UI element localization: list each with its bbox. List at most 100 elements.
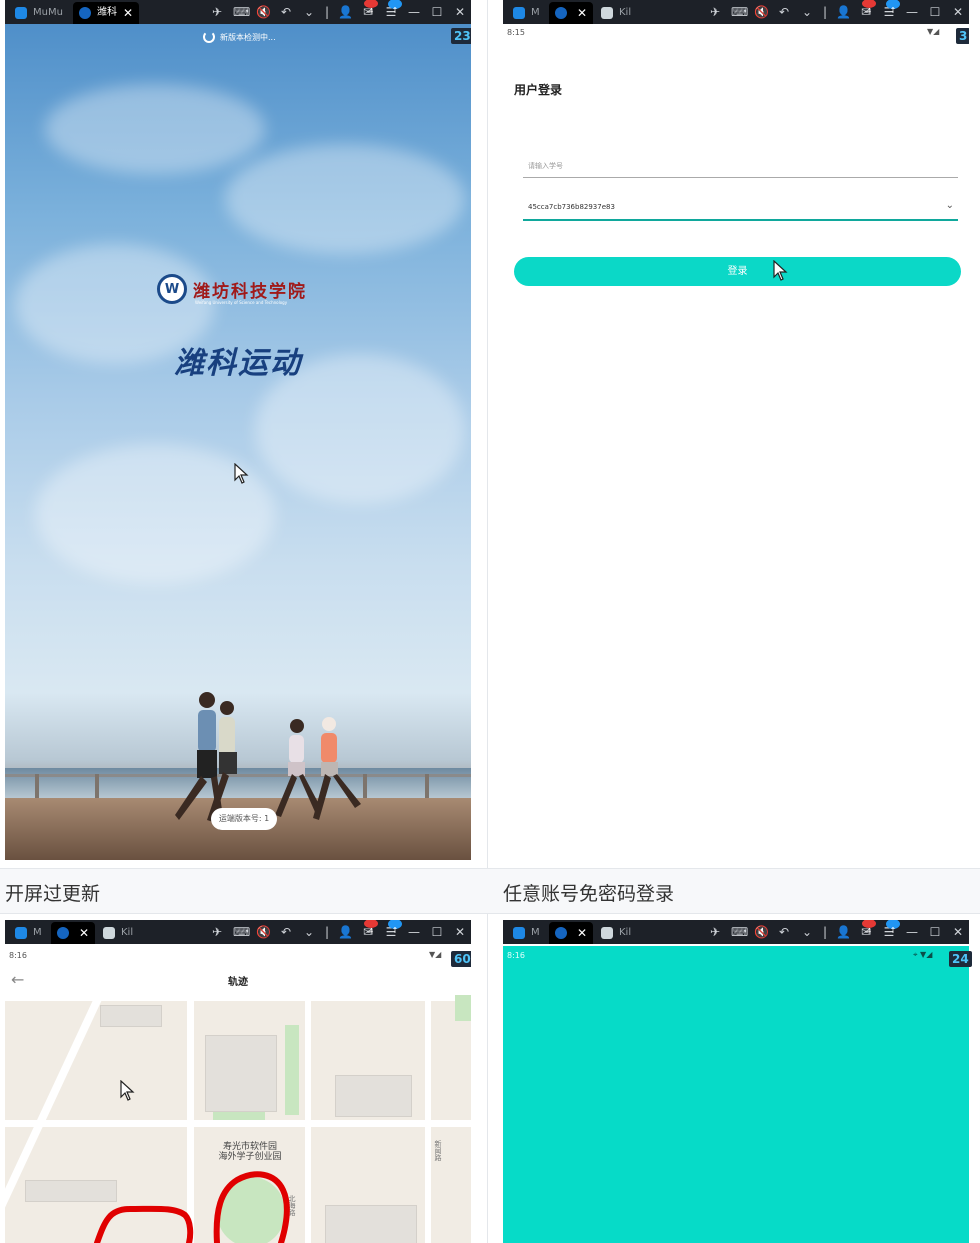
cloud xyxy=(225,144,465,254)
update-badge: ↑ xyxy=(388,920,402,935)
spinner-icon xyxy=(203,31,215,43)
mute-icon[interactable]: 🔇 xyxy=(754,920,769,944)
keyboard-icon[interactable]: ⌨ xyxy=(731,0,748,24)
app-icon xyxy=(555,927,567,939)
tab-other[interactable]: Kil xyxy=(595,2,643,24)
tab-label: 潍科 xyxy=(97,7,117,18)
tab-mumu[interactable]: M xyxy=(9,922,49,944)
mute-icon[interactable]: 🔇 xyxy=(754,0,769,24)
mute-icon[interactable]: 🔇 xyxy=(256,920,271,944)
tab-label: MuMu xyxy=(33,7,63,18)
version-pill: 运端版本号: 1 xyxy=(211,808,277,830)
separator: | xyxy=(823,925,828,939)
close-icon[interactable]: ✕ xyxy=(951,920,965,944)
chevron-down-icon[interactable]: ⌄ xyxy=(302,920,316,944)
chevron-down-icon[interactable]: ⌄ xyxy=(946,200,954,211)
close-tab-icon[interactable]: ✕ xyxy=(79,922,89,944)
keyboard-icon[interactable]: ⌨ xyxy=(233,0,250,24)
maximize-icon[interactable]: ☐ xyxy=(928,920,942,944)
tab-mumu[interactable]: MuMu xyxy=(9,2,71,24)
separator: | xyxy=(325,5,330,19)
tab-app[interactable]: ✕ xyxy=(51,922,95,944)
menu-icon[interactable]: ☰ ↑ xyxy=(882,0,900,24)
password-input[interactable]: 45cca7cb736b82937e83 ⌄ xyxy=(523,197,958,221)
map-view[interactable]: 寿光市软件园 海外学子创业园 北海路 新闻路 xyxy=(5,995,471,1243)
mail-icon[interactable]: ✉ 4 xyxy=(361,920,378,944)
mail-icon[interactable]: ✉ 4 xyxy=(859,920,876,944)
cloud xyxy=(45,84,265,174)
checking-text: 新版本检测中... xyxy=(220,32,276,42)
account-icon[interactable]: 👤 xyxy=(338,920,353,944)
tab-other[interactable]: Kil xyxy=(595,922,643,944)
minimize-icon[interactable]: — xyxy=(407,920,421,944)
password-value: 45cca7cb736b82937e83 xyxy=(528,203,615,211)
app-thumb-icon xyxy=(601,927,613,939)
back-icon[interactable]: ↶ xyxy=(279,920,293,944)
emulator-titlebar: MuMu 潍科 ✕ ✈ ⌨ 🔇 ↶ ⌄ | 👤 ✉ 4 ☰ ↑ — ☐ ✕ xyxy=(5,0,471,24)
chevron-down-icon[interactable]: ⌄ xyxy=(800,0,814,24)
keyboard-icon[interactable]: ⌨ xyxy=(731,920,748,944)
mail-badge: 4 xyxy=(862,920,876,935)
app-thumb-icon xyxy=(601,7,613,19)
titlebar-tools: ✈ ⌨ 🔇 ↶ ⌄ | 👤 ✉ 4 ☰ ↑ — ☐ ✕ xyxy=(708,920,965,944)
close-icon[interactable]: ✕ xyxy=(453,920,467,944)
mumu-icon xyxy=(513,7,525,19)
back-icon[interactable]: ↶ xyxy=(777,920,791,944)
mail-icon[interactable]: ✉ 4 xyxy=(361,0,378,24)
pin-icon[interactable]: ✈ xyxy=(210,0,224,24)
pin-icon[interactable]: ✈ xyxy=(210,920,224,944)
maximize-icon[interactable]: ☐ xyxy=(430,920,444,944)
minimize-icon[interactable]: — xyxy=(407,0,421,24)
menu-icon[interactable]: ☰ ↑ xyxy=(882,920,900,944)
panel-splash: MuMu 潍科 ✕ ✈ ⌨ 🔇 ↶ ⌄ | 👤 ✉ 4 ☰ ↑ — ☐ ✕ 新版… xyxy=(5,0,471,860)
pin-icon[interactable]: ✈ xyxy=(708,0,722,24)
student-id-input[interactable]: 请输入学号 xyxy=(523,155,958,178)
chevron-down-icon[interactable]: ⌄ xyxy=(302,0,316,24)
panel-loading: M ✕ Kil ✈ ⌨ 🔇 ↶ ⌄ | 👤 ✉ 4 ☰ ↑ — ☐ ✕ xyxy=(503,920,969,946)
close-tab-icon[interactable]: ✕ xyxy=(123,2,133,24)
menu-icon[interactable]: ☰ ↑ xyxy=(384,920,402,944)
caption-left: 开屏过更新 xyxy=(5,883,101,905)
tab-mumu[interactable]: M xyxy=(507,2,547,24)
tab-app[interactable]: ✕ xyxy=(549,2,593,24)
keyboard-icon[interactable]: ⌨ xyxy=(233,920,250,944)
mute-icon[interactable]: 🔇 xyxy=(256,0,271,24)
tab-app[interactable]: 潍科 ✕ xyxy=(73,2,139,24)
app-icon xyxy=(57,927,69,939)
close-icon[interactable]: ✕ xyxy=(951,0,965,24)
close-tab-icon[interactable]: ✕ xyxy=(577,2,587,24)
app-thumb-icon xyxy=(103,927,115,939)
tab-mumu[interactable]: M xyxy=(507,922,547,944)
mail-icon[interactable]: ✉ 4 xyxy=(859,0,876,24)
update-badge: ↑ xyxy=(886,0,900,15)
tab-other[interactable]: Kil xyxy=(97,922,145,944)
teal-loading-screen: 8:16 ⌖ ▼◢ 24 xyxy=(503,946,972,1243)
chevron-down-icon[interactable]: ⌄ xyxy=(800,920,814,944)
close-icon[interactable]: ✕ xyxy=(453,0,467,24)
caption-row: 开屏过更新 任意账号免密码登录 xyxy=(0,868,980,914)
login-button[interactable]: 登录 xyxy=(514,257,961,286)
pin-icon[interactable]: ✈ xyxy=(708,920,722,944)
panel-login: M ✕ Kil ✈ ⌨ 🔇 ↶ ⌄ | 👤 ✉ 4 ☰ ↑ — ☐ ✕ 8:15 ▼… xyxy=(503,0,969,860)
close-tab-icon[interactable]: ✕ xyxy=(577,922,587,944)
account-icon[interactable]: 👤 xyxy=(338,0,353,24)
status-time: 8:16 xyxy=(507,951,525,960)
maximize-icon[interactable]: ☐ xyxy=(928,0,942,24)
track-title: 轨迹 xyxy=(228,977,248,988)
mumu-icon xyxy=(513,927,525,939)
update-badge: ↑ xyxy=(886,920,900,935)
account-icon[interactable]: 👤 xyxy=(836,920,851,944)
back-icon[interactable]: ↶ xyxy=(777,0,791,24)
tab-app[interactable]: ✕ xyxy=(549,922,593,944)
minimize-icon[interactable]: — xyxy=(905,0,919,24)
minimize-icon[interactable]: — xyxy=(905,920,919,944)
emulator-titlebar: M ✕ Kil ✈ ⌨ 🔇 ↶ ⌄ | 👤 ✉ 4 ☰ ↑ — ☐ ✕ xyxy=(5,920,471,944)
maximize-icon[interactable]: ☐ xyxy=(430,0,444,24)
titlebar-tools: ✈ ⌨ 🔇 ↶ ⌄ | 👤 ✉ 4 ☰ ↑ — ☐ ✕ xyxy=(210,0,467,24)
back-icon[interactable]: ↶ xyxy=(279,0,293,24)
account-icon[interactable]: 👤 xyxy=(836,0,851,24)
menu-icon[interactable]: ☰ ↑ xyxy=(384,0,402,24)
status-time: 8:16 xyxy=(9,951,27,960)
titlebar-tools: ✈ ⌨ 🔇 ↶ ⌄ | 👤 ✉ 4 ☰ ↑ — ☐ ✕ xyxy=(210,920,467,944)
app-title: 潍科运动 xyxy=(174,346,302,381)
